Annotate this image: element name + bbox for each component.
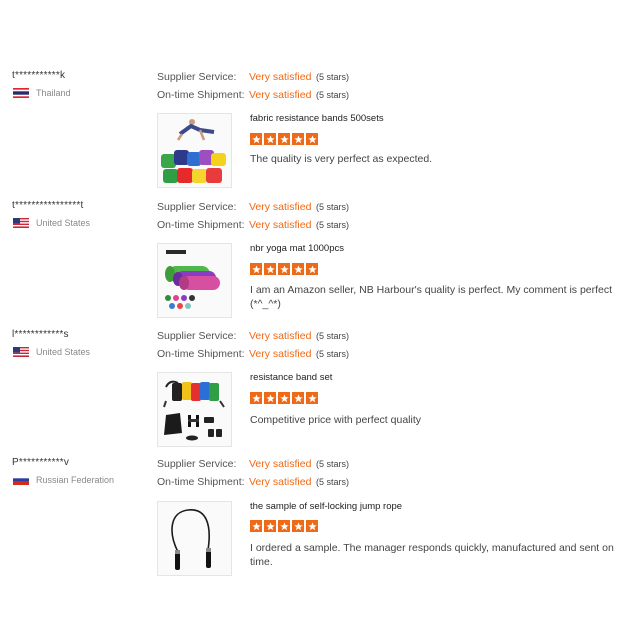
star-icon [278,520,290,532]
reviewer-name: t***********k [12,70,66,81]
star-icon [250,392,262,404]
reviewer-name: l************s [12,329,69,340]
us-flag-icon [13,347,29,357]
shipment-value: Very satisfied [249,348,312,360]
supplier-service-row: Supplier Service: Very satisfied (5 stars) [157,201,349,213]
star-icon [278,392,290,404]
star-icon [278,133,290,145]
shipment-label: On-time Shipment: [157,89,245,101]
country-name: United States [36,347,91,357]
resistance-bands-image [158,114,231,187]
russia-flag-icon [13,475,29,485]
supplier-service-row: Supplier Service: Very satisfied (5 stars) [157,330,349,342]
review-comment: The quality is very perfect as expected. [250,153,433,165]
us-flag-icon [13,218,29,228]
shipment-stars: (5 stars) [316,477,350,487]
country-name: United States [36,218,91,228]
reviewer-country: Russian Federation [13,475,114,485]
product-rating-stars [250,392,318,404]
supplier-service-row: Supplier Service: Very satisfied (5 stars) [157,458,349,470]
star-icon [306,392,318,404]
star-icon [264,392,276,404]
yoga-mat-image [158,244,231,317]
star-icon [292,263,304,275]
shipment-label: On-time Shipment: [157,348,245,360]
reviewer-country: United States [13,218,90,228]
star-icon [250,520,262,532]
shipment-stars: (5 stars) [316,220,350,230]
star-icon [292,133,304,145]
star-icon [264,520,276,532]
shipment-value: Very satisfied [249,476,312,488]
star-icon [278,263,290,275]
shipment-row: On-time Shipment: Very satisfied (5 stars) [157,219,349,231]
shipment-value: Very satisfied [249,219,312,231]
shipment-value: Very satisfied [249,89,312,101]
reviewer-country: United States [13,347,90,357]
review-comment: Competitive price with perfect quality [250,414,421,426]
product-title[interactable]: the sample of self-locking jump rope [250,501,402,512]
supplier-service-label: Supplier Service: [157,330,237,342]
star-icon [306,263,318,275]
product-rating-stars [250,263,318,275]
star-icon [292,392,304,404]
star-icon [264,133,276,145]
supplier-service-row: Supplier Service: Very satisfied (5 stars) [157,71,349,83]
star-icon [306,520,318,532]
country-name: Russian Federation [36,475,115,485]
reviewer-country: Thailand [13,88,71,98]
star-icon [292,520,304,532]
shipment-stars: (5 stars) [316,349,350,359]
supplier-service-value: Very satisfied [249,201,312,213]
supplier-service-value: Very satisfied [249,458,312,470]
review-comment: I ordered a sample. The manager responds… [250,542,614,568]
shipment-label: On-time Shipment: [157,476,245,488]
supplier-service-value: Very satisfied [249,330,312,342]
resistance-band-set-image [158,373,231,446]
supplier-service-label: Supplier Service: [157,201,237,213]
supplier-service-label: Supplier Service: [157,458,237,470]
product-thumbnail[interactable] [157,113,232,188]
supplier-service-stars: (5 stars) [316,72,350,82]
shipment-stars: (5 stars) [316,90,350,100]
country-name: Thailand [36,88,71,98]
product-title[interactable]: resistance band set [250,372,332,383]
product-title[interactable]: fabric resistance bands 500sets [250,113,384,124]
reviewer-name: t****************t [12,200,84,211]
supplier-service-value: Very satisfied [249,71,312,83]
product-thumbnail[interactable] [157,372,232,447]
product-thumbnail[interactable] [157,501,232,576]
product-title[interactable]: nbr yoga mat 1000pcs [250,243,344,254]
shipment-row: On-time Shipment: Very satisfied (5 stars) [157,476,349,488]
shipment-label: On-time Shipment: [157,219,245,231]
product-rating-stars [250,133,318,145]
star-icon [306,133,318,145]
supplier-service-stars: (5 stars) [316,202,350,212]
star-icon [264,263,276,275]
product-rating-stars [250,520,318,532]
supplier-service-stars: (5 stars) [316,459,350,469]
shipment-row: On-time Shipment: Very satisfied (5 stars) [157,89,349,101]
shipment-row: On-time Shipment: Very satisfied (5 stars) [157,348,349,360]
star-icon [250,263,262,275]
product-thumbnail[interactable] [157,243,232,318]
supplier-service-stars: (5 stars) [316,331,350,341]
jump-rope-image [158,502,231,575]
review-comment: I am an Amazon seller, NB Harbour's qual… [250,284,613,310]
supplier-service-label: Supplier Service: [157,71,237,83]
reviewer-name: P***********v [12,457,70,468]
star-icon [250,133,262,145]
thailand-flag-icon [13,88,29,98]
